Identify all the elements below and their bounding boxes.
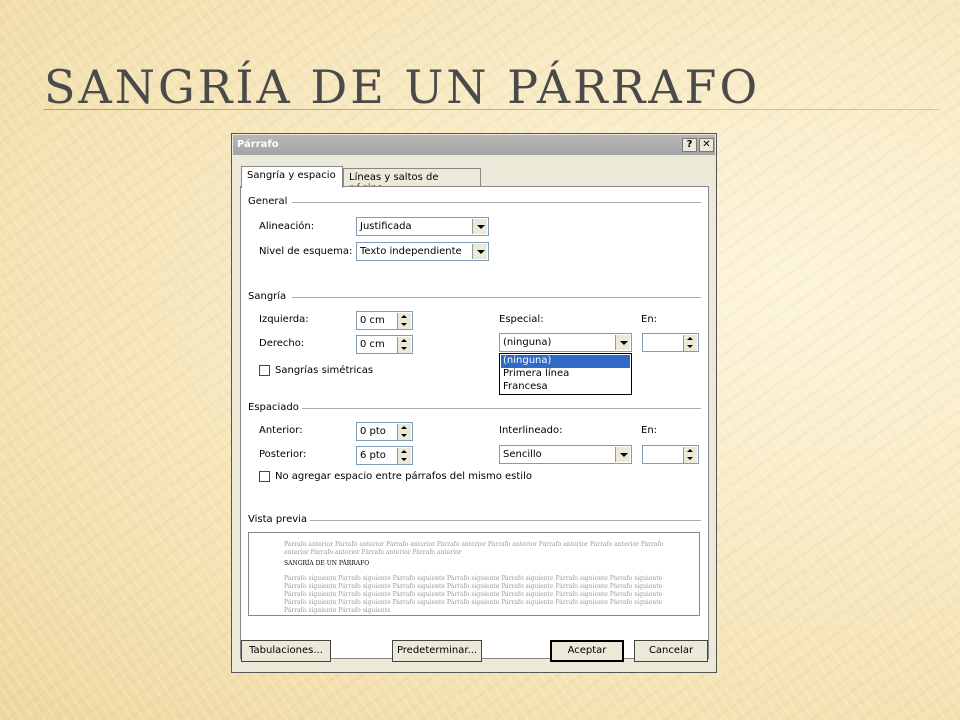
chevron-down-icon[interactable]: [615, 447, 630, 462]
special-label: Especial:: [499, 314, 544, 325]
chevron-down-icon[interactable]: [472, 244, 487, 259]
spin-down-icon[interactable]: [683, 343, 697, 351]
line-spacing-select[interactable]: Sencillo: [499, 445, 632, 464]
special-option[interactable]: Francesa: [501, 381, 630, 394]
spin-up-icon[interactable]: [397, 313, 411, 321]
close-icon[interactable]: ✕: [699, 138, 714, 152]
dialog-titlebar[interactable]: Párrafo ? ✕: [233, 135, 715, 155]
spin-down-icon[interactable]: [683, 455, 697, 463]
spin-down-icon[interactable]: [397, 432, 411, 440]
indent-divider: [292, 297, 701, 298]
preview-divider: [310, 520, 701, 521]
spacing-divider: [302, 408, 701, 409]
indent-heading: Sangría: [248, 291, 287, 302]
space-before-spinner[interactable]: 0 pto: [356, 422, 413, 441]
mirror-indents-label: Sangrías simétricas: [275, 365, 374, 376]
special-select[interactable]: (ninguna): [499, 333, 632, 352]
chevron-down-icon[interactable]: [615, 335, 630, 350]
spin-down-icon[interactable]: [397, 345, 411, 353]
mirror-indents-checkbox[interactable]: [259, 365, 270, 376]
indent-left-label: Izquierda:: [259, 314, 309, 325]
special-by-label: En:: [641, 314, 658, 325]
special-option[interactable]: (ninguna): [501, 355, 630, 368]
tab-lines-page-breaks[interactable]: Líneas y saltos de página: [343, 168, 481, 194]
preview-next-paragraph: Párrafo siguiente Párrafo siguiente Párr…: [284, 575, 663, 614]
special-by-spinner[interactable]: [642, 333, 699, 352]
outline-level-label: Nivel de esquema:: [259, 246, 353, 257]
special-value: (ninguna): [503, 337, 552, 348]
spin-up-icon[interactable]: [683, 335, 697, 343]
spin-up-icon[interactable]: [683, 447, 697, 455]
space-before-label: Anterior:: [259, 425, 303, 436]
preview-current-paragraph: SANGRÍA DE UN PÁRRAFO: [284, 560, 370, 567]
preview-heading: Vista previa: [248, 514, 308, 525]
space-after-label: Posterior:: [259, 449, 307, 460]
space-before-value: 0 pto: [360, 426, 386, 437]
outline-level-value: Texto independiente: [360, 246, 462, 257]
indent-right-value: 0 cm: [360, 339, 385, 350]
spin-up-icon[interactable]: [397, 448, 411, 456]
spin-up-icon[interactable]: [397, 337, 411, 345]
tab-indent-spacing[interactable]: Sangría y espacio: [241, 166, 343, 188]
special-dropdown-list: (ninguna) Primera línea Francesa: [499, 353, 632, 395]
preview-box: Párrafo anterior Párrafo anterior Párraf…: [248, 532, 700, 616]
spin-down-icon[interactable]: [397, 456, 411, 464]
spacing-heading: Espaciado: [248, 402, 299, 413]
space-after-spinner[interactable]: 6 pto: [356, 446, 413, 465]
indent-left-value: 0 cm: [360, 315, 385, 326]
preview-previous-paragraph: Párrafo anterior Párrafo anterior Párraf…: [284, 541, 664, 556]
title-underline: [44, 109, 939, 110]
help-icon[interactable]: ?: [682, 138, 697, 152]
alignment-label: Alineación:: [259, 221, 315, 232]
no-space-same-style-label: No agregar espacio entre párrafos del mi…: [275, 471, 532, 482]
indent-right-label: Derecho:: [259, 338, 305, 349]
paragraph-dialog: Párrafo ? ✕ Sangría y espacio Líneas y s…: [231, 133, 717, 673]
line-spacing-at-spinner[interactable]: [642, 445, 699, 464]
chevron-down-icon[interactable]: [472, 219, 487, 234]
special-option[interactable]: Primera línea: [501, 368, 630, 381]
line-spacing-value: Sencillo: [503, 449, 542, 460]
set-default-button[interactable]: Predeterminar...: [392, 640, 482, 662]
general-divider: [292, 202, 701, 203]
ok-button[interactable]: Aceptar: [550, 640, 624, 662]
no-space-same-style-checkbox[interactable]: [259, 471, 270, 482]
line-spacing-label: Interlineado:: [499, 425, 563, 436]
dialog-title: Párrafo: [237, 139, 279, 150]
tabs-button[interactable]: Tabulaciones...: [241, 640, 331, 662]
outline-level-select[interactable]: Texto independiente: [356, 242, 489, 261]
cancel-button[interactable]: Cancelar: [634, 640, 708, 662]
alignment-select[interactable]: Justificada: [356, 217, 489, 236]
line-spacing-at-label: En:: [641, 425, 658, 436]
alignment-value: Justificada: [360, 221, 412, 232]
slide-title: Sangría de un párrafo: [44, 60, 761, 114]
spin-up-icon[interactable]: [397, 424, 411, 432]
indent-right-spinner[interactable]: 0 cm: [356, 335, 413, 354]
general-heading: General: [248, 196, 288, 207]
spin-down-icon[interactable]: [397, 321, 411, 329]
space-after-value: 6 pto: [360, 450, 386, 461]
indent-left-spinner[interactable]: 0 cm: [356, 311, 413, 330]
